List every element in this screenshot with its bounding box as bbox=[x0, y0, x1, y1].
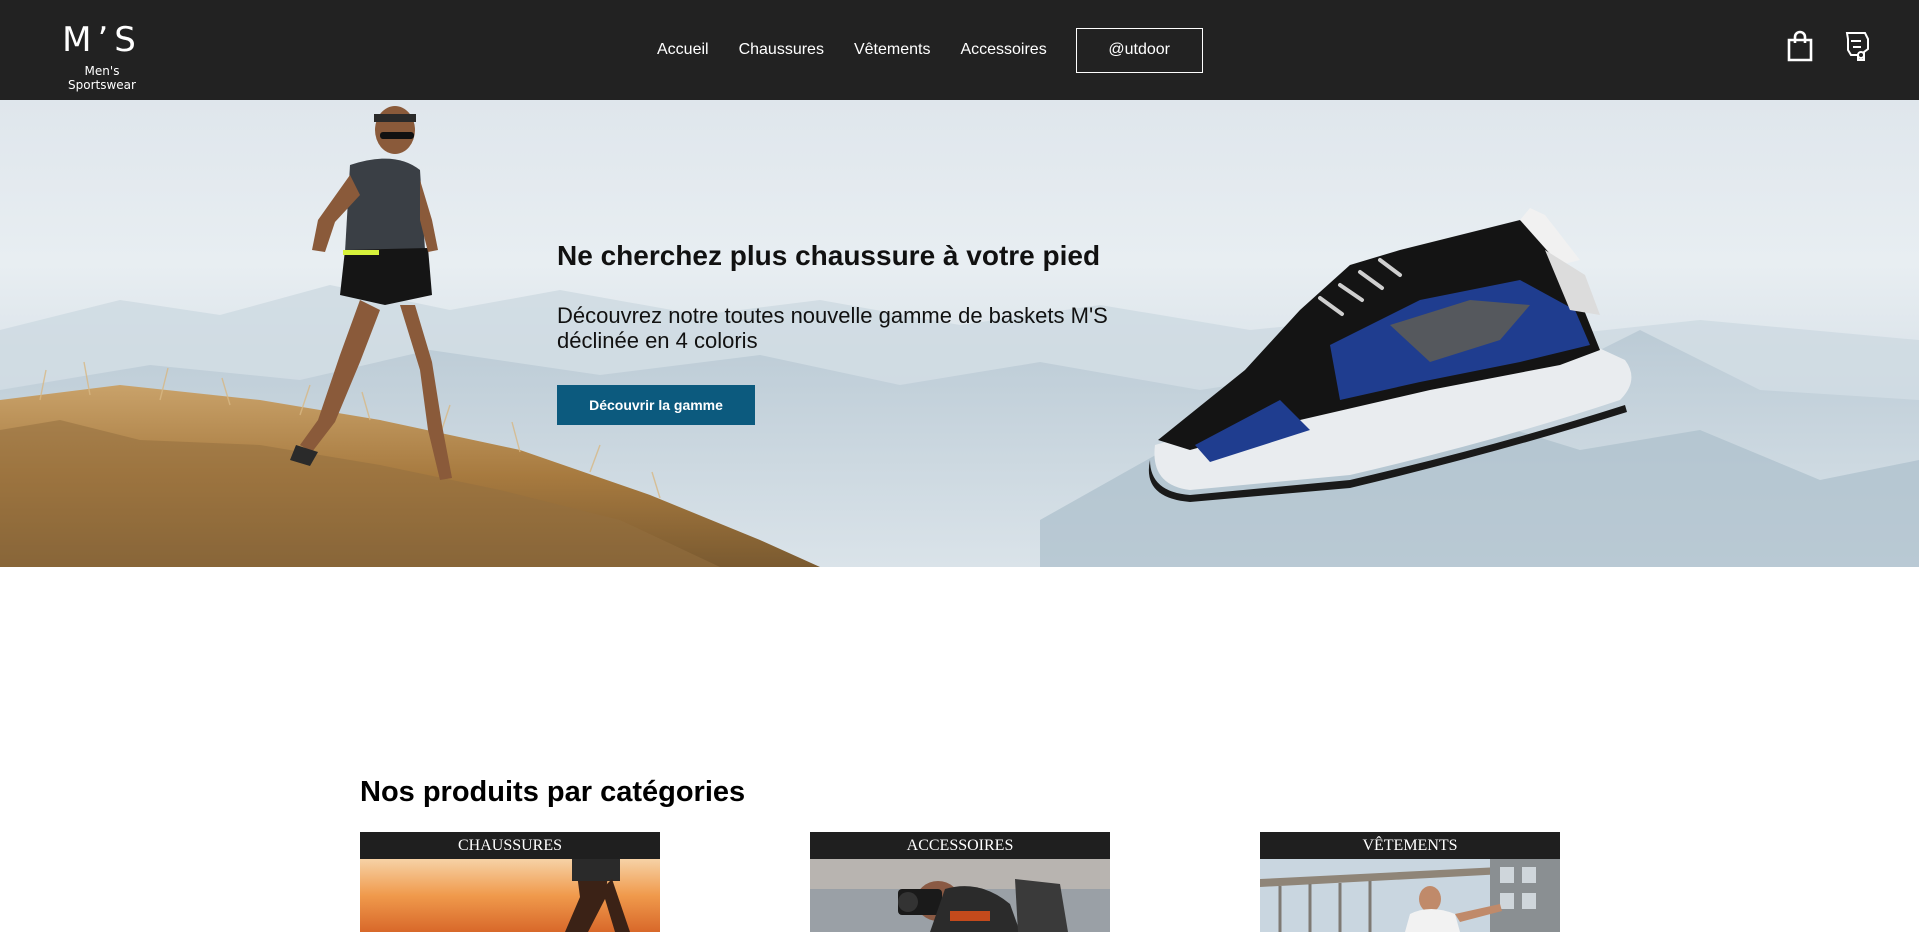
categories-title: Nos produits par catégories bbox=[360, 776, 746, 808]
nav-link-accueil[interactable]: Accueil bbox=[657, 41, 709, 59]
logo-subtitle: Men's Sportswear bbox=[68, 64, 136, 92]
brand-logo[interactable]: M’S Men's Sportswear bbox=[50, 14, 154, 92]
category-label: CHAUSSURES bbox=[360, 832, 660, 859]
category-card-accessoires[interactable]: ACCESSOIRES bbox=[810, 832, 1110, 932]
hero-banner: Ne cherchez plus chaussure à votre pied … bbox=[0, 100, 1919, 567]
discover-range-button[interactable]: Découvrir la gamme bbox=[557, 385, 755, 425]
category-label: ACCESSOIRES bbox=[810, 832, 1110, 859]
nav-link-accessoires[interactable]: Accessoires bbox=[960, 41, 1046, 59]
logo-mark: M’S bbox=[62, 20, 142, 60]
main-navigation: Accueil Chaussures Vêtements Accessoires… bbox=[657, 27, 1203, 73]
site-header: M’S Men's Sportswear Accueil Chaussures … bbox=[0, 0, 1919, 100]
nav-link-chaussures[interactable]: Chaussures bbox=[739, 41, 824, 59]
nav-link-vetements[interactable]: Vêtements bbox=[854, 41, 930, 59]
shopping-bag-icon[interactable] bbox=[1783, 28, 1817, 64]
category-card-vetements[interactable]: VÊTEMENTS bbox=[1260, 832, 1560, 932]
hero-description: Découvrez notre toutes nouvelle gamme de… bbox=[557, 303, 1108, 353]
hero-title: Ne cherchez plus chaussure à votre pied bbox=[557, 240, 1101, 271]
category-image-clothing bbox=[1260, 859, 1560, 932]
category-label: VÊTEMENTS bbox=[1260, 832, 1560, 859]
nav-outdoor-button[interactable]: @utdoor bbox=[1075, 27, 1203, 73]
category-card-chaussures[interactable]: CHAUSSURES bbox=[360, 832, 660, 932]
category-image-shoes bbox=[360, 859, 660, 932]
user-account-icon[interactable] bbox=[1839, 28, 1873, 64]
category-image-accessories bbox=[810, 859, 1110, 932]
